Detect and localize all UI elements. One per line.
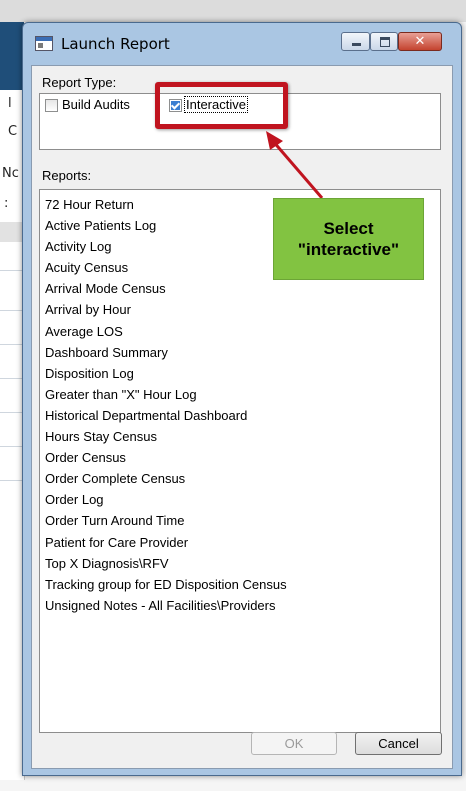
callout-arrow: [266, 131, 324, 199]
callout-label: Select "interactive": [273, 198, 424, 280]
callout-text: Select "interactive": [297, 219, 400, 259]
